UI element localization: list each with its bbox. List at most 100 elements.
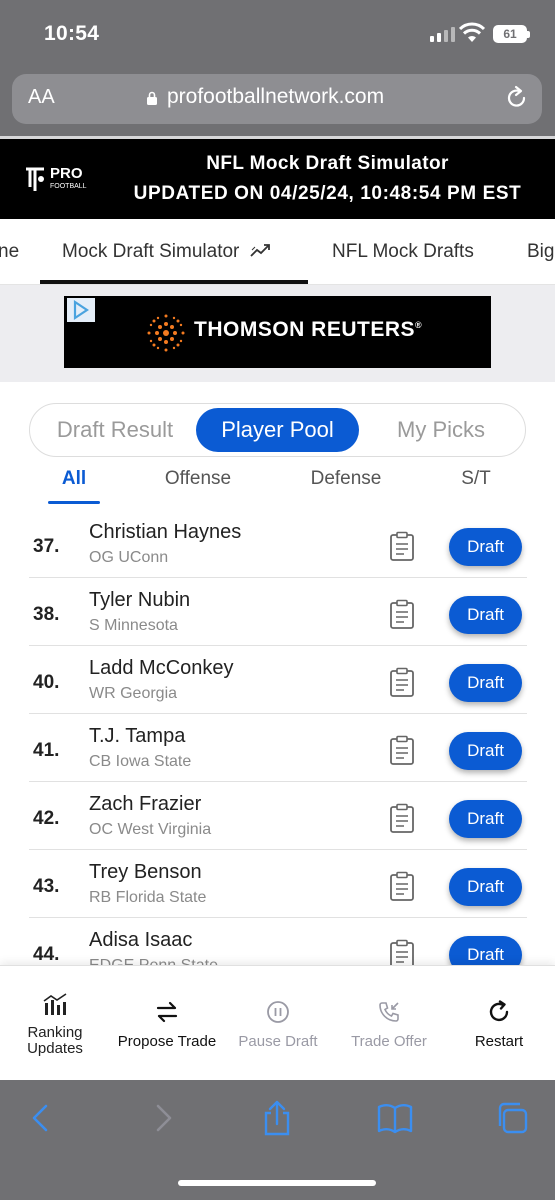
restart-button[interactable]: Restart [460, 1000, 538, 1050]
reload-icon[interactable] [504, 85, 530, 111]
phone-incoming-icon [379, 1002, 399, 1022]
pause-icon [267, 1001, 289, 1023]
player-position-school: EDGE Penn State [89, 957, 218, 965]
segment-draft-result[interactable]: Draft Result [30, 404, 200, 456]
ranking-updates-label: Ranking Updates [27, 1024, 83, 1057]
nav-tab-mock-draft-simulator[interactable]: Mock Draft Simulator [62, 241, 273, 263]
filter-offense[interactable]: Offense [148, 468, 248, 490]
active-filter-indicator [48, 501, 100, 504]
status-bar: 10:54 61 [0, 0, 555, 66]
draft-button[interactable]: Draft [449, 664, 522, 702]
table-row[interactable]: 40. Ladd McConkey WR Georgia Draft [29, 646, 527, 714]
player-name: Zach Frazier [89, 793, 202, 815]
pause-draft-button[interactable]: Pause Draft [232, 1000, 324, 1050]
draft-button[interactable]: Draft [449, 800, 522, 838]
player-rank: 42. [33, 808, 60, 829]
draft-button[interactable]: Draft [449, 868, 522, 906]
filter-all[interactable]: All [48, 468, 100, 490]
propose-trade-button[interactable]: Propose Trade [112, 1000, 222, 1050]
clipboard-icon[interactable] [389, 735, 415, 765]
ad-banner[interactable]: THOMSON REUTERS® [64, 296, 491, 368]
site-header: PRO FOOTBALL NFL Mock Draft Simulator UP… [0, 139, 555, 219]
ranking-chart-icon [43, 993, 67, 1015]
player-rank: 38. [33, 604, 60, 625]
adchoices-icon[interactable] [67, 298, 95, 322]
table-row[interactable]: 37. Christian Haynes OG UConn Draft [29, 510, 527, 578]
player-name: Christian Haynes [89, 521, 242, 543]
ad-brand-text: THOMSON REUTERS® [194, 318, 423, 341]
table-row[interactable]: 41. T.J. Tampa CB Iowa State Draft [29, 714, 527, 782]
share-icon[interactable] [259, 1100, 295, 1136]
draft-button[interactable]: Draft [449, 596, 522, 634]
table-row[interactable]: 44. Adisa Isaac EDGE Penn State Draft [29, 918, 527, 965]
site-nav: ne Mock Draft Simulator NFL Mock Drafts … [0, 219, 555, 285]
trade-offer-label: Trade Offer [351, 1033, 427, 1050]
ad-area: THOMSON REUTERS® [0, 285, 555, 382]
restart-label: Restart [474, 1033, 524, 1050]
player-rank: 43. [33, 876, 60, 897]
ranking-updates-button[interactable]: Ranking Updates [18, 993, 92, 1057]
forward-icon[interactable] [144, 1100, 180, 1136]
player-position-school: CB Iowa State [89, 753, 192, 770]
player-name: Tyler Nubin [89, 589, 191, 611]
draft-button[interactable]: Draft [449, 732, 522, 770]
address-bar[interactable]: AA profootballnetwork.com [12, 74, 542, 124]
bookmarks-icon[interactable] [377, 1100, 413, 1136]
back-icon[interactable] [24, 1100, 60, 1136]
table-row[interactable]: 42. Zach Frazier OC West Virginia Draft [29, 782, 527, 850]
player-name: Adisa Isaac [89, 929, 193, 951]
clock: 10:54 [44, 22, 100, 45]
player-name: T.J. Tampa [89, 725, 186, 747]
player-position-school: S Minnesota [89, 617, 178, 634]
trade-offer-button[interactable]: Trade Offer [343, 1000, 435, 1050]
draft-panel: Draft Result Player Pool My Picks All Of… [0, 382, 555, 510]
updated-timestamp: UPDATED ON 04/25/24, 10:48:54 PM EST [133, 183, 522, 204]
draft-button[interactable]: Draft [449, 528, 522, 566]
segment-my-picks[interactable]: My Picks [365, 404, 517, 456]
segment-player-pool[interactable]: Player Pool [196, 408, 359, 452]
url-text: profootballnetwork.com [167, 85, 385, 108]
nav-tab-big-board[interactable]: Big [527, 241, 554, 263]
table-row[interactable]: 38. Tyler Nubin S Minnesota Draft [29, 578, 527, 646]
filter-st[interactable]: S/T [446, 468, 506, 490]
draft-button[interactable]: Draft [449, 936, 522, 965]
player-position-school: OC West Virginia [89, 821, 212, 838]
cellular-signal-icon [430, 26, 455, 42]
swap-arrows-icon [156, 1001, 178, 1023]
page-title: NFL Mock Draft Simulator [206, 153, 449, 174]
clipboard-icon[interactable] [389, 531, 415, 561]
filter-defense[interactable]: Defense [296, 468, 396, 490]
pfn-logo[interactable]: PRO FOOTBALL [24, 163, 100, 195]
clipboard-icon[interactable] [389, 803, 415, 833]
reuters-logo-icon [147, 314, 185, 352]
nav-tab-home[interactable]: ne [0, 241, 19, 263]
browser-toolbar: AA profootballnetwork.com [0, 66, 555, 138]
player-list: 37. Christian Haynes OG UConn Draft 38. Tyler… [0, 510, 555, 965]
wifi-icon [459, 22, 485, 42]
table-row[interactable]: 43. Trey Benson RB Florida State Draft [29, 850, 527, 918]
view-segmented-control: Draft Result Player Pool My Picks [29, 403, 526, 457]
clipboard-icon[interactable] [389, 871, 415, 901]
player-rank: 40. [33, 672, 60, 693]
clipboard-icon[interactable] [389, 667, 415, 697]
nav-tab-nfl-mock-drafts[interactable]: NFL Mock Drafts [332, 241, 474, 263]
player-name: Ladd McConkey [89, 657, 234, 679]
propose-trade-label: Propose Trade [117, 1033, 217, 1050]
text-size-button[interactable]: AA [28, 86, 55, 109]
player-rank: 44. [33, 944, 60, 965]
player-position-school: WR Georgia [89, 685, 178, 702]
nav-tab-label: Mock Draft Simulator [62, 241, 240, 262]
home-indicator [178, 1180, 376, 1186]
clipboard-icon[interactable] [389, 599, 415, 629]
player-position-school: OG UConn [89, 549, 169, 566]
player-name: Trey Benson [89, 861, 202, 883]
logo-text: PRO [50, 165, 83, 182]
logo-subtext: FOOTBALL [50, 183, 87, 190]
pause-draft-label: Pause Draft [238, 1033, 318, 1050]
clipboard-icon[interactable] [389, 939, 415, 965]
trending-icon [250, 244, 270, 257]
player-rank: 37. [33, 536, 60, 557]
player-position-school: RB Florida State [89, 889, 207, 906]
draft-toolbar: Ranking Updates Propose Trade Pause Draft… [0, 965, 555, 1080]
tabs-icon[interactable] [494, 1100, 530, 1136]
